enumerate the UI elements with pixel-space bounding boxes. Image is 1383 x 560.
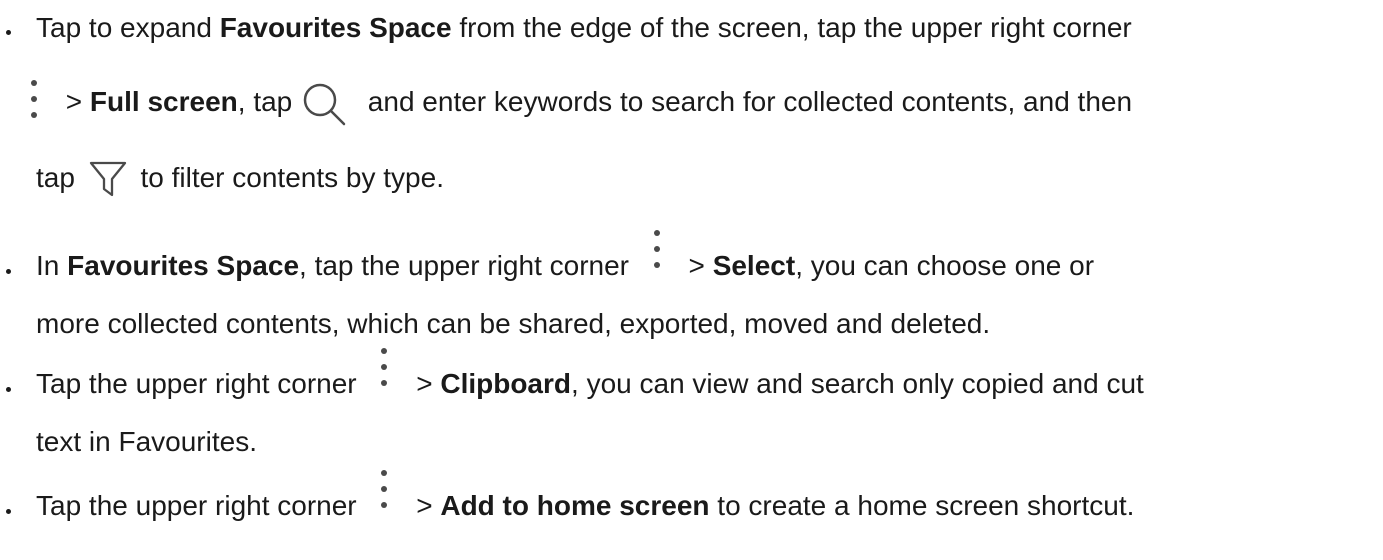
text: to create a home screen shortcut. [709,490,1135,521]
bold-text: Clipboard [440,368,572,399]
text-line: > Full screen, tap and enter keywords to… [31,72,1133,132]
document-body: Tap to expand Favourites Space from the … [0,0,1383,560]
text-line: Tap the upper right corner > Clipboard, … [36,347,1144,414]
search-icon [300,82,360,126]
text: In [36,250,68,281]
bold-text: Add to home screen [440,490,710,521]
bullet [6,387,11,392]
text: more collected contents, which can be sh… [36,308,991,339]
text: > [58,86,90,117]
text: , tap the upper right corner [299,250,637,281]
text: > [408,368,441,399]
bullet [6,269,11,274]
text-line: more collected contents, which can be sh… [36,306,990,342]
bullet [6,30,11,35]
text: and enter keywords to search for collect… [360,86,1133,117]
text: Tap the upper right corner [36,490,365,521]
bold-text: Favourites Space [67,250,300,281]
text: text in Favourites. [36,426,257,457]
more-vertical-icon [364,346,408,406]
more-vertical-icon [364,468,408,528]
text-line: In Favourites Space, tap the upper right… [36,229,1095,296]
filter-icon [83,155,133,205]
text-line: text in Favourites. [36,424,257,460]
text: from the edge of the screen, tap the upp… [451,12,1132,43]
text: Tap to expand [36,12,220,43]
text: , you can view and search only copied an… [571,368,1144,399]
text: > [408,490,441,521]
bullet [6,509,11,514]
text-line: Tap to expand Favourites Space from the … [36,10,1132,46]
text: tap [36,162,83,193]
more-vertical-icon [14,74,58,134]
text: to filter contents by type. [132,162,444,193]
text: , tap [237,86,301,117]
text: > [680,250,713,281]
text-line: Tap the upper right corner > Add to home… [36,469,1135,536]
text: Tap the upper right corner [36,368,365,399]
bold-text: Favourites Space [219,12,452,43]
more-vertical-icon [637,228,681,288]
text: , you can choose one or [795,250,1095,281]
bold-text: Select [712,250,796,281]
bold-text: Full screen [89,86,238,117]
text-line: tap to filter contents by type. [36,148,444,208]
